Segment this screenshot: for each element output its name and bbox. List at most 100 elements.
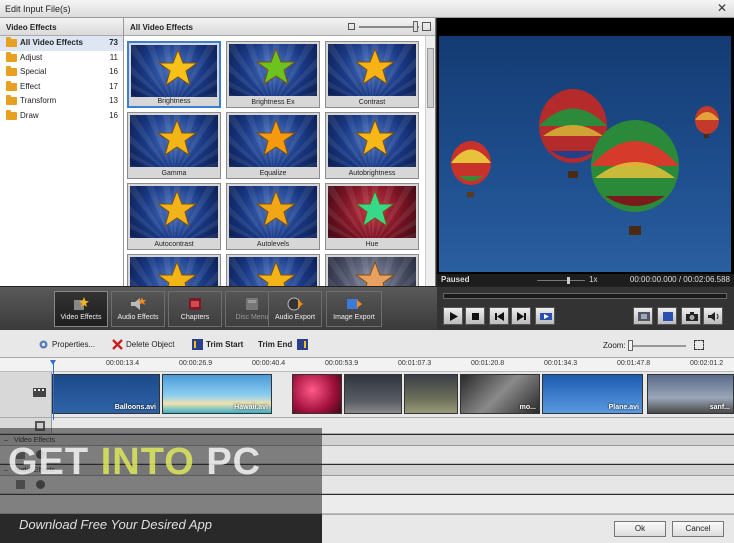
effect-tile[interactable]: Autobrightness — [325, 112, 419, 179]
zoom-slider-thumb[interactable] — [628, 340, 633, 351]
video-track[interactable]: Balloons.avi Hawaii.avi mo... Plane.avi sanf… — [52, 372, 734, 418]
timeline-ruler[interactable]: 00:00:13.4 00:00:26.9 00:00:40.4 00:00:53.9… — [0, 358, 734, 372]
timeline-clip[interactable] — [292, 374, 342, 414]
watermark-pc: PC — [194, 441, 262, 483]
effects-scrollbar-thumb[interactable] — [427, 48, 434, 108]
playback-status: Paused — [441, 275, 470, 284]
effect-label: Contrast — [358, 99, 386, 106]
effect-tile[interactable]: Hue — [325, 183, 419, 250]
category-item[interactable]: Transform 13 — [0, 94, 123, 109]
effect-tile[interactable]: Autocontrast — [127, 183, 221, 250]
effect-tile[interactable] — [226, 254, 320, 286]
timeline-clip[interactable] — [404, 374, 458, 414]
stop-icon — [472, 313, 479, 320]
zoom-slider[interactable] — [628, 345, 686, 347]
play-icon — [450, 312, 458, 321]
properties-button[interactable]: Properties... — [38, 338, 95, 352]
category-label: Special — [20, 67, 47, 76]
effect-label: Equalize — [259, 170, 287, 177]
timeline-clip[interactable]: Hawaii.avi — [162, 374, 272, 414]
fullscreen-button[interactable] — [657, 307, 677, 325]
star-icon — [355, 48, 395, 86]
speed-slider[interactable] — [537, 280, 585, 281]
timeline-playhead[interactable] — [50, 360, 56, 420]
thumbnail-size-slider[interactable] — [359, 26, 419, 28]
star-icon — [157, 190, 197, 228]
effects-scrollbar[interactable] — [425, 36, 435, 286]
effect-label: Brightness Ex — [251, 99, 295, 106]
audio-export-icon — [287, 297, 303, 311]
ok-button[interactable]: Ok — [614, 521, 666, 537]
volume-button[interactable] — [703, 307, 723, 325]
effect-tile[interactable]: Autolevels — [226, 183, 320, 250]
effect-tile[interactable]: Equalize — [226, 112, 320, 179]
title-bar: Edit Input File(s) ✕ — [0, 0, 734, 18]
folder-icon — [6, 109, 17, 120]
effect-thumbnail — [130, 257, 218, 286]
category-count: 11 — [109, 52, 118, 62]
category-count: 16 — [109, 67, 118, 76]
category-item[interactable]: Adjust 11 — [0, 51, 123, 66]
chapters-button[interactable]: Chapters — [168, 291, 222, 327]
thumbnail-small-icon[interactable] — [348, 23, 355, 30]
trim-start-button[interactable]: Trim Start — [192, 338, 243, 352]
seek-bar[interactable] — [443, 293, 727, 299]
chapters-icon — [189, 298, 201, 310]
star-icon — [256, 48, 296, 86]
timeline-clip[interactable]: sanf... — [647, 374, 734, 414]
playback-controls — [437, 286, 734, 330]
audio-export-button[interactable]: Audio Export — [268, 291, 322, 327]
effect-tile[interactable]: Brightness — [127, 41, 221, 108]
effect-thumbnail — [328, 115, 416, 167]
video-effects-button[interactable]: Video Effects — [54, 291, 108, 327]
category-item[interactable]: Draw 16 — [0, 109, 123, 124]
close-icon[interactable]: ✕ — [714, 1, 730, 16]
category-label: Effect — [20, 81, 41, 91]
star-icon — [256, 190, 296, 228]
audio-effects-button[interactable]: Audio Effects — [111, 291, 165, 327]
snapshot-button[interactable] — [681, 307, 701, 325]
effect-thumbnail — [328, 186, 416, 238]
stop-button[interactable] — [465, 307, 485, 325]
timeline-clip[interactable]: Plane.avi — [542, 374, 643, 414]
delete-object-button[interactable]: Delete Object — [112, 338, 174, 352]
category-count: 13 — [109, 96, 118, 105]
effect-thumbnail — [130, 186, 218, 238]
aspect-ratio-button[interactable] — [633, 307, 653, 325]
category-panel: Video Effects All Video Effects 73 Adjust 1… — [0, 18, 124, 286]
speed-slider-thumb[interactable] — [567, 277, 570, 284]
next-frame-button[interactable] — [511, 307, 531, 325]
previous-frame-button[interactable] — [489, 307, 509, 325]
effect-tile[interactable]: Contrast — [325, 41, 419, 108]
disc-menu-icon — [246, 298, 258, 310]
folder-icon — [6, 95, 17, 105]
ruler-tick: 00:00:13.4 — [106, 360, 140, 367]
cancel-button[interactable]: Cancel — [672, 521, 724, 537]
category-item[interactable]: Effect 17 — [0, 80, 123, 95]
image-export-button[interactable]: Image Export — [326, 291, 382, 327]
category-item[interactable]: Special 16 — [0, 65, 123, 80]
watermark-into: INTO — [100, 441, 195, 483]
timeline-clip[interactable]: mo... — [460, 374, 540, 414]
category-item[interactable]: All Video Effects 73 — [0, 36, 123, 51]
star-icon — [157, 119, 197, 157]
timeline-clip[interactable] — [344, 374, 402, 414]
effect-tile[interactable]: Gamma — [127, 112, 221, 179]
thumbnail-large-icon[interactable] — [422, 22, 431, 31]
ruler-tick: 00:00:40.4 — [252, 360, 286, 367]
timeline-clip[interactable]: Balloons.avi — [52, 374, 160, 414]
delete-object-label: Delete Object — [126, 340, 175, 349]
skip-back-icon — [495, 312, 504, 321]
star-icon — [355, 261, 395, 286]
effect-tile[interactable] — [127, 254, 221, 286]
play-button[interactable] — [443, 307, 463, 325]
effect-tile[interactable]: Brightness Ex — [226, 41, 320, 108]
category-count: 73 — [109, 38, 118, 47]
loop-button[interactable] — [535, 307, 555, 325]
trim-end-button[interactable]: Trim End — [258, 338, 309, 352]
effect-tile[interactable] — [325, 254, 419, 286]
timeline-toolbar: Properties... Delete Object Trim Start T… — [0, 330, 734, 358]
zoom-fit-icon[interactable] — [694, 340, 704, 350]
thumbnail-size-thumb[interactable] — [413, 21, 418, 32]
audio-effects-icon — [131, 297, 146, 310]
